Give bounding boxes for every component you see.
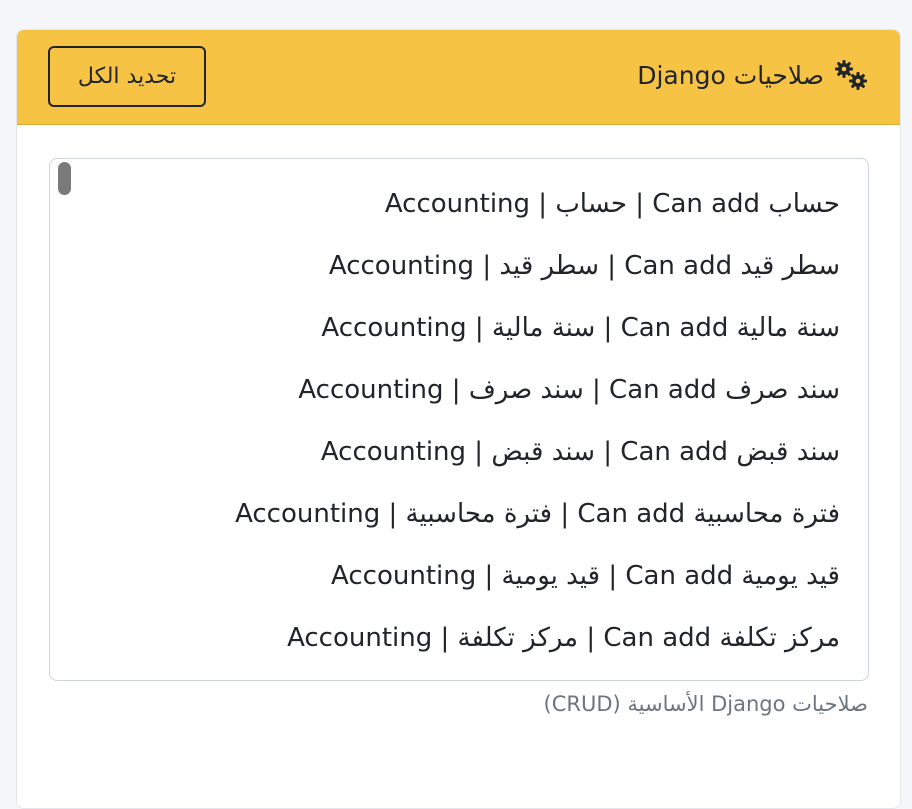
help-text: صلاحيات Django الأساسية (CRUD)	[543, 692, 868, 716]
permission-option[interactable]: Accounting | سنة مالية | Can add سنة مال…	[235, 297, 840, 359]
permission-option[interactable]: Accounting | سند قبض | Can add سند قبض	[235, 421, 840, 483]
gears-icon	[835, 60, 867, 90]
permission-option[interactable]: Accounting | قيد يومية | Can add قيد يوم…	[235, 545, 840, 607]
permissions-multiselect[interactable]: Accounting | حساب | Can add حساب Account…	[49, 158, 869, 681]
card-title-text: صلاحيات Django	[637, 60, 824, 90]
permissions-card: صلاحيات Django تحديد الكل Accounting | ح…	[16, 29, 901, 809]
permission-option[interactable]: Accounting | مركز تكلفة | Can add مركز ت…	[235, 607, 840, 669]
card-header: صلاحيات Django تحديد الكل	[17, 30, 900, 125]
select-all-button[interactable]: تحديد الكل	[48, 46, 206, 107]
card-title: صلاحيات Django	[637, 58, 870, 92]
permission-option[interactable]: Accounting | حساب | Can add حساب	[235, 173, 840, 235]
permission-option[interactable]: Accounting | سطر قيد | Can add سطر قيد	[235, 235, 840, 297]
permission-option[interactable]: Accounting | فترة محاسبية | Can add فترة…	[235, 483, 840, 545]
permission-option[interactable]: Accounting | سند صرف | Can add سند صرف	[235, 359, 840, 421]
permissions-list: Accounting | حساب | Can add حساب Account…	[235, 173, 840, 669]
scrollbar-thumb[interactable]	[58, 162, 71, 195]
